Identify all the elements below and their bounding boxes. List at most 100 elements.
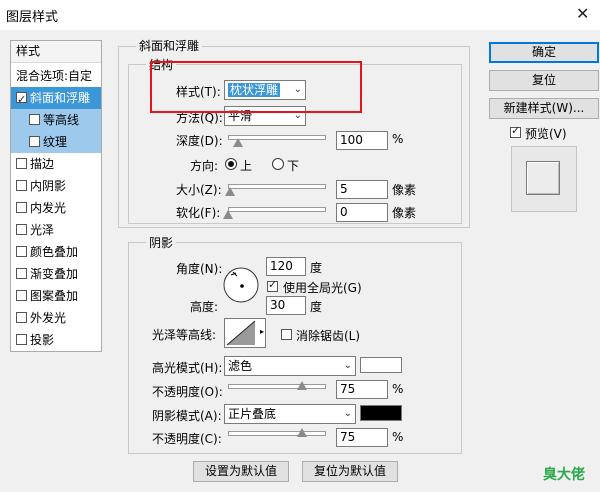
shadow-opacity-unit: % (392, 430, 404, 444)
checkbox-icon (510, 124, 521, 138)
style-list-item-label: 光泽 (30, 223, 55, 237)
checkbox-icon[interactable] (16, 158, 27, 169)
style-list-header: 样式 (11, 41, 101, 63)
highlight-color-swatch[interactable] (360, 357, 402, 373)
checkbox-icon[interactable] (16, 312, 27, 323)
highlight-mode-label: 高光模式(H): (152, 361, 223, 375)
window-title: 图层样式 (6, 10, 59, 25)
global-light-label: 使用全局光(G) (283, 281, 362, 295)
style-list-item[interactable]: 纹理 (11, 131, 101, 153)
altitude-field[interactable]: 30 (266, 296, 306, 315)
angle-field[interactable]: 120 (266, 257, 306, 276)
soften-slider-thumb[interactable] (223, 210, 233, 219)
style-list-item[interactable]: 图案叠加 (11, 285, 101, 307)
checkbox-icon[interactable] (16, 334, 27, 345)
chevron-down-icon: ⌄ (343, 360, 352, 371)
style-list-item[interactable]: 光泽 (11, 219, 101, 241)
style-list-item-label: 渐变叠加 (30, 267, 79, 281)
checkbox-icon[interactable] (16, 224, 27, 235)
style-list-item-label: 等高线 (43, 113, 80, 127)
checkbox-icon[interactable] (16, 202, 27, 213)
gloss-contour-picker[interactable]: ▸ (224, 318, 266, 348)
style-list-item[interactable]: 渐变叠加 (11, 263, 101, 285)
style-list-item[interactable]: 外发光 (11, 307, 101, 329)
shadow-mode-label: 阴影模式(A): (152, 409, 222, 423)
style-list-item-label: 颜色叠加 (30, 245, 79, 259)
soften-slider[interactable] (228, 207, 326, 212)
style-list-item-label: 投影 (30, 333, 55, 347)
style-list-item-label: 内发光 (30, 201, 67, 215)
ok-button[interactable]: 确定 (489, 42, 599, 63)
style-list-item[interactable]: 描边 (11, 153, 101, 175)
bevel-group-title: 斜面和浮雕 (136, 37, 203, 54)
checkbox-icon[interactable] (16, 180, 27, 191)
direction-down-radio[interactable] (272, 158, 284, 170)
antialias-checkbox[interactable] (281, 328, 295, 342)
style-list-item[interactable]: 内阴影 (11, 175, 101, 197)
style-list-item[interactable]: 投影 (11, 329, 101, 351)
antialias-label: 消除锯齿(L) (296, 329, 361, 343)
checkbox-icon[interactable] (29, 114, 40, 125)
close-icon[interactable]: ✕ (576, 4, 589, 23)
size-slider-thumb[interactable] (224, 187, 235, 196)
highlight-mode-select[interactable]: 滤色 ⌄ (224, 356, 356, 376)
annotation-box (150, 61, 362, 113)
preview-label: 预览(V) (525, 127, 567, 141)
highlight-mode-value: 滤色 (228, 359, 253, 373)
reset-button[interactable]: 复位 (489, 70, 599, 91)
style-list-item-label: 混合选项:自定 (16, 69, 93, 83)
style-list-item[interactable]: 斜面和浮雕 (11, 87, 101, 111)
highlight-opacity-thumb[interactable] (296, 381, 307, 390)
contour-curve-icon (226, 320, 256, 346)
depth-unit: % (392, 132, 404, 146)
checkbox-icon[interactable] (16, 268, 27, 279)
checkbox-icon[interactable] (16, 246, 27, 257)
style-list-item[interactable]: 等高线 (11, 109, 101, 131)
gloss-contour-label: 光泽等高线: (152, 328, 217, 342)
style-list-item[interactable]: 内发光 (11, 197, 101, 219)
size-label: 大小(Z): (176, 183, 222, 197)
style-list-item-label: 外发光 (30, 311, 67, 325)
depth-slider-thumb[interactable] (232, 138, 243, 147)
angle-dial-icon[interactable] (222, 266, 260, 304)
highlight-opacity-slider[interactable] (228, 384, 326, 389)
direction-up-label: 上 (240, 159, 253, 173)
title-bar (0, 0, 600, 30)
soften-label: 软化(F): (176, 206, 221, 220)
highlight-opacity-field[interactable]: 75 (336, 380, 388, 399)
watermark-text: 臭大佬 (543, 467, 585, 483)
angle-label: 角度(N): (176, 262, 223, 276)
shadow-mode-value: 正片叠底 (228, 407, 277, 421)
checkbox-icon[interactable] (29, 136, 40, 147)
size-slider[interactable] (228, 184, 326, 189)
size-unit: 像素 (392, 183, 417, 197)
depth-field[interactable]: 100 (336, 131, 388, 150)
size-field[interactable]: 5 (336, 180, 388, 199)
altitude-label: 高度: (190, 300, 219, 314)
direction-up-radio[interactable] (225, 158, 237, 170)
shading-title: 阴影 (146, 234, 177, 251)
depth-label: 深度(D): (176, 134, 223, 148)
checkbox-icon[interactable] (16, 290, 27, 301)
shadow-opacity-thumb[interactable] (296, 428, 307, 437)
style-list-item[interactable]: 混合选项:自定 (11, 65, 101, 87)
make-default-button[interactable]: 设置为默认值 (193, 461, 289, 482)
style-list-item-label: 斜面和浮雕 (30, 91, 91, 105)
soften-field[interactable]: 0 (336, 203, 388, 222)
shadow-mode-select[interactable]: 正片叠底 ⌄ (224, 404, 356, 424)
checkbox-icon (281, 329, 292, 340)
direction-label: 方向: (190, 159, 219, 173)
global-light-checkbox[interactable] (267, 278, 281, 294)
reset-default-button[interactable]: 复位为默认值 (302, 461, 398, 482)
shadow-opacity-field[interactable]: 75 (336, 428, 388, 447)
style-list-item-label: 图案叠加 (30, 289, 79, 303)
preview-checkbox[interactable] (510, 124, 524, 140)
checkbox-icon[interactable] (16, 89, 27, 111)
style-list-item[interactable]: 颜色叠加 (11, 241, 101, 263)
style-list-item-label: 内阴影 (30, 179, 67, 193)
shadow-opacity-slider[interactable] (228, 431, 326, 436)
new-style-button[interactable]: 新建样式(W)... (489, 98, 599, 119)
style-list-item-label: 描边 (30, 157, 55, 171)
shadow-color-swatch[interactable] (360, 405, 402, 421)
style-list-item-label: 纹理 (43, 135, 68, 149)
